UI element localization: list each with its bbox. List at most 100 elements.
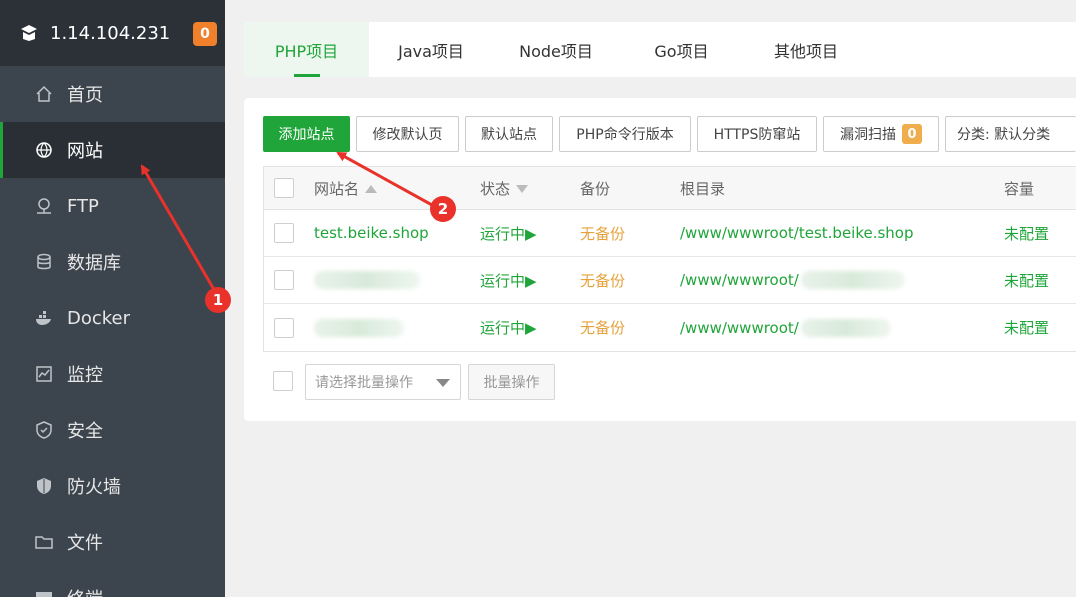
header-site-name[interactable]: 网站名 [314,167,378,209]
sort-asc-icon [365,179,378,197]
row-select-cell [274,304,294,351]
tab-node[interactable]: Node项目 [493,22,619,77]
tab-other[interactable]: 其他项目 [744,22,868,77]
sidebar-item-label: 首页 [67,85,103,106]
sidebar-item-label: 监控 [67,365,103,386]
site-table: 网站名 状态 备份 根目录 容量 test.beike.shop 运行中▶ 无备… [263,166,1076,352]
project-tabs: PHP项目 Java项目 Node项目 Go项目 其他项目 [244,22,1076,77]
site-name-link[interactable] [314,304,404,351]
ftp-icon [34,196,54,216]
annotation-marker-2: 2 [430,196,456,222]
vuln-scan-label: 漏洞扫描 [840,127,896,143]
batch-operation-button[interactable]: 批量操作 [468,364,555,400]
site-status[interactable]: 运行中▶ [480,210,537,256]
folder-icon [34,532,54,552]
edit-default-page-button[interactable]: 修改默认页 [356,116,459,152]
site-root-link[interactable]: /www/wwwroot/ [680,304,891,351]
sidebar-item-firewall[interactable]: 防火墙 [0,458,225,514]
sort-desc-icon [516,179,529,197]
sidebar-item-ftp[interactable]: FTP [0,178,225,234]
site-backup[interactable]: 无备份 [580,304,625,351]
blurred-root-path [800,271,905,289]
table-row: 运行中▶ 无备份 /www/wwwroot/ 未配置 [264,257,1076,304]
sidebar: 1.14.104.231 0 首页 网站 FTP 数据库 Docker 监控 安… [0,0,225,597]
site-name-link[interactable] [314,257,420,303]
row-checkbox[interactable] [274,223,294,243]
monitor-icon [34,364,54,384]
terminal-icon [34,588,54,597]
tab-go[interactable]: Go项目 [619,22,744,77]
table-row: 运行中▶ 无备份 /www/wwwroot/ 未配置 [264,304,1076,351]
server-ip: 1.14.104.231 [50,22,171,44]
docker-icon [34,308,54,328]
chevron-down-icon [436,379,450,387]
sidebar-item-label: FTP [67,195,99,217]
site-capacity[interactable]: 未配置 [1004,257,1049,303]
sidebar-item-label: 防火墙 [67,477,121,498]
default-site-button[interactable]: 默认站点 [465,116,553,152]
globe-icon [34,140,54,160]
row-checkbox[interactable] [274,317,294,338]
sidebar-item-docker[interactable]: Docker [0,290,225,346]
add-site-button[interactable]: 添加站点 [263,116,350,152]
select-all-checkbox[interactable] [274,178,294,198]
site-status[interactable]: 运行中▶ [480,304,537,351]
blurred-site-name [314,271,420,289]
site-capacity[interactable]: 未配置 [1004,304,1049,351]
sidebar-item-label: Docker [67,307,131,329]
database-icon [34,252,54,272]
blurred-root-path [800,318,891,337]
sidebar-item-database[interactable]: 数据库 [0,234,225,290]
https-guard-button[interactable]: HTTPS防窜站 [697,116,817,152]
sidebar-item-files[interactable]: 文件 [0,514,225,570]
sidebar-item-website[interactable]: 网站 [0,122,225,178]
sidebar-item-security[interactable]: 安全 [0,402,225,458]
root-path-text: /www/wwwroot/ [680,271,799,289]
blurred-site-name [314,318,404,337]
select-all-cell [274,167,294,209]
vuln-scan-button[interactable]: 漏洞扫描 0 [823,116,939,152]
table-row: test.beike.shop 运行中▶ 无备份 /www/wwwroot/te… [264,210,1076,257]
panel-logo-icon [18,22,40,44]
row-select-cell [274,257,294,303]
row-select-cell [274,210,294,256]
site-root-link[interactable]: /www/wwwroot/ [680,257,905,303]
header-status[interactable]: 状态 [480,167,529,209]
batch-select-all-checkbox[interactable] [273,371,293,391]
site-capacity[interactable]: 未配置 [1004,210,1049,256]
site-backup[interactable]: 无备份 [580,210,625,256]
root-path-text: /www/wwwroot/ [680,318,799,337]
sidebar-item-terminal[interactable]: 终端 [0,570,225,597]
header-capacity: 容量 [1004,179,1035,198]
home-icon [34,84,54,104]
table-header: 网站名 状态 备份 根目录 容量 [264,167,1076,210]
site-status[interactable]: 运行中▶ [480,257,537,303]
site-name-link[interactable]: test.beike.shop [314,210,429,256]
sidebar-item-label: 终端 [67,585,103,597]
site-backup[interactable]: 无备份 [580,257,625,303]
site-root-link[interactable]: /www/wwwroot/test.beike.shop [680,210,914,256]
batch-operation-select[interactable]: 请选择批量操作 [305,364,461,400]
header-root: 根目录 [680,179,726,198]
server-header[interactable]: 1.14.104.231 0 [0,0,225,66]
firewall-icon [34,476,54,496]
category-select[interactable]: 分类: 默认分类 [945,116,1076,152]
row-checkbox[interactable] [274,270,294,290]
php-cli-version-button[interactable]: PHP命令行版本 [559,116,691,152]
annotation-marker-1: 1 [205,287,231,313]
batch-select-placeholder: 请选择批量操作 [315,375,413,391]
sidebar-item-label: 安全 [67,421,103,442]
header-label: 状态 [480,179,511,198]
sidebar-item-home[interactable]: 首页 [0,66,225,122]
sidebar-item-monitor[interactable]: 监控 [0,346,225,402]
shield-icon [34,420,54,440]
header-backup: 备份 [580,179,611,198]
sidebar-item-label: 文件 [67,533,103,554]
sidebar-item-label: 数据库 [67,253,121,274]
vuln-count-badge: 0 [902,124,922,144]
notification-badge[interactable]: 0 [193,22,217,46]
sidebar-item-label: 网站 [67,141,103,162]
tab-php[interactable]: PHP项目 [244,22,369,77]
header-label: 网站名 [314,179,360,198]
tab-java[interactable]: Java项目 [369,22,493,77]
